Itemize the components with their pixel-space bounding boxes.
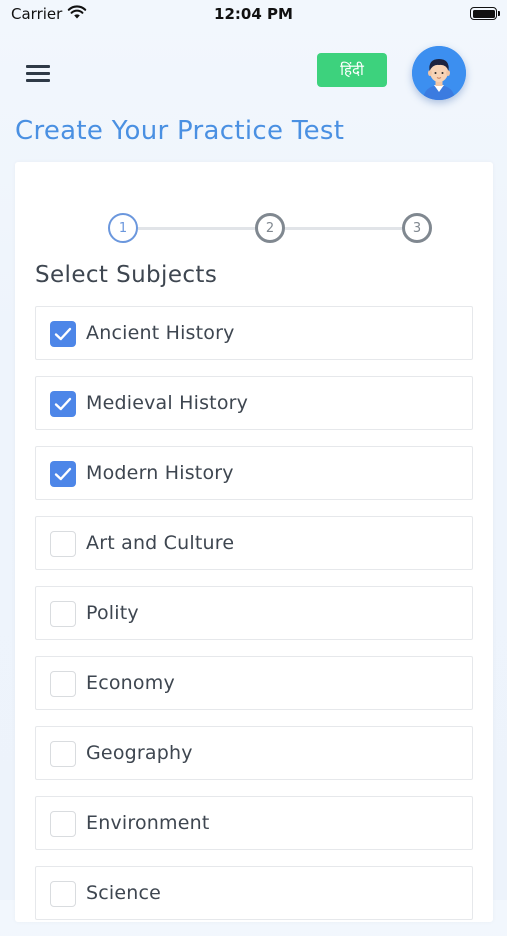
checkbox-unchecked-icon[interactable]	[50, 531, 76, 557]
subject-item-geography[interactable]: Geography	[35, 726, 473, 780]
subject-label: Economy	[86, 672, 175, 694]
step-2[interactable]: 2	[255, 213, 285, 243]
checkbox-unchecked-icon[interactable]	[50, 741, 76, 767]
subject-item-environment[interactable]: Environment	[35, 796, 473, 850]
clock: 12:04 PM	[214, 5, 293, 23]
checkbox-unchecked-icon[interactable]	[50, 671, 76, 697]
subject-label: Modern History	[86, 462, 234, 484]
subject-label: Science	[86, 882, 162, 904]
subject-item-art-and-culture[interactable]: Art and Culture	[35, 516, 473, 570]
checkbox-unchecked-icon[interactable]	[50, 601, 76, 627]
user-avatar-icon[interactable]	[412, 46, 466, 100]
checkbox-unchecked-icon[interactable]	[50, 811, 76, 837]
stepper-line	[138, 227, 270, 230]
checkbox-checked-icon[interactable]	[50, 321, 76, 347]
subject-label: Polity	[86, 602, 139, 624]
page-title: Create Your Practice Test	[15, 116, 345, 146]
checkbox-checked-icon[interactable]	[50, 391, 76, 417]
checkbox-unchecked-icon[interactable]	[50, 881, 76, 907]
subject-label: Environment	[86, 812, 210, 834]
language-toggle-button[interactable]: हिंदी	[317, 53, 387, 87]
step-1[interactable]: 1	[108, 213, 138, 243]
subject-list: Ancient History Medieval History Modern …	[35, 306, 473, 936]
battery-icon	[470, 7, 500, 20]
subject-label: Medieval History	[86, 392, 249, 414]
practice-test-card: 1 2 3 Select Subjects Ancient History Me…	[15, 162, 493, 922]
subject-label: Ancient History	[86, 322, 235, 344]
subject-item-science[interactable]: Science	[35, 866, 473, 920]
section-title: Select Subjects	[35, 262, 218, 288]
hamburger-menu-icon[interactable]	[20, 60, 56, 88]
stepper-line	[285, 227, 402, 230]
step-3[interactable]: 3	[402, 213, 432, 243]
subject-item-ancient-history[interactable]: Ancient History	[35, 306, 473, 360]
checkbox-checked-icon[interactable]	[50, 461, 76, 487]
subject-label: Geography	[86, 742, 193, 764]
status-bar: Carrier 12:04 PM	[0, 0, 507, 30]
subject-label: Art and Culture	[86, 532, 235, 554]
subject-item-polity[interactable]: Polity	[35, 586, 473, 640]
subject-item-modern-history[interactable]: Modern History	[35, 446, 473, 500]
subject-item-medieval-history[interactable]: Medieval History	[35, 376, 473, 430]
subject-item-economy[interactable]: Economy	[35, 656, 473, 710]
step-indicator: 1 2 3	[108, 211, 433, 245]
